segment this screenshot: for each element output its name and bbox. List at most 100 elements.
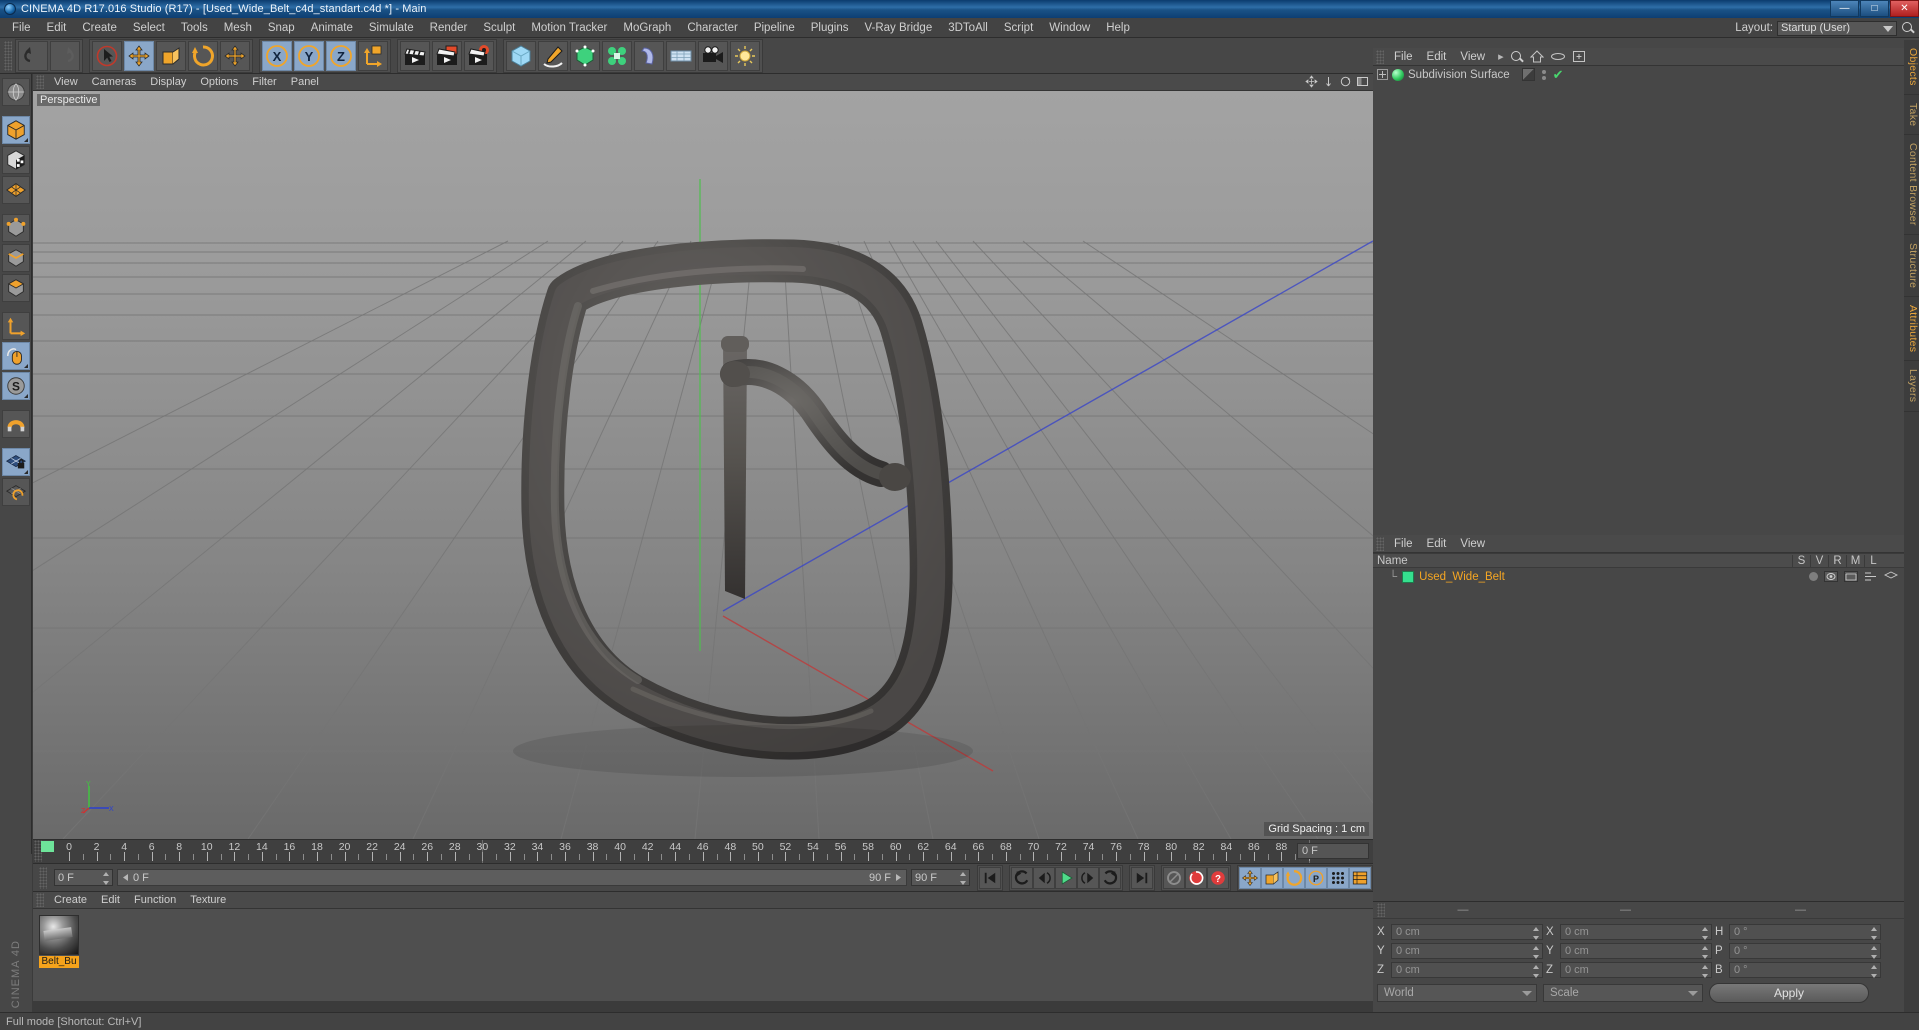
snap-tool[interactable] [1, 410, 30, 438]
vertical-tab-take[interactable]: Take [1904, 95, 1919, 136]
step-back-button[interactable] [1033, 866, 1055, 889]
add-layer-icon[interactable] [1572, 50, 1586, 63]
menu-item-view[interactable]: View [1453, 50, 1492, 64]
world-coordinates[interactable] [358, 40, 388, 71]
go-to-end-button[interactable] [1131, 866, 1153, 889]
texture-mode-tool[interactable] [1, 146, 30, 174]
render-icon[interactable] [1844, 571, 1858, 582]
menu-item-help[interactable]: Help [1098, 20, 1138, 36]
undo-button[interactable] [18, 40, 48, 71]
render-view-button[interactable] [400, 40, 430, 71]
spinner-icon[interactable] [1533, 926, 1540, 940]
record-rotation-button[interactable] [1283, 866, 1305, 889]
menu-item-sculpt[interactable]: Sculpt [475, 20, 523, 36]
layout-select[interactable]: Startup (User) [1777, 20, 1897, 36]
menu-item-create[interactable]: Create [47, 893, 94, 907]
menu-item-panel[interactable]: Panel [284, 75, 326, 89]
menu-item-create[interactable]: Create [74, 20, 125, 36]
material-item[interactable]: Belt_Bu [39, 915, 79, 968]
play-backwards-button[interactable] [1011, 866, 1033, 889]
size-x-field[interactable]: 0 cm [1560, 923, 1712, 940]
viewport-grip[interactable] [36, 75, 44, 89]
menu-item-motion-tracker[interactable]: Motion Tracker [523, 20, 615, 36]
select-tool[interactable] [92, 40, 122, 71]
play-button[interactable] [1055, 866, 1077, 889]
lock-z-axis[interactable]: Z [326, 40, 356, 71]
timeline-button[interactable] [1349, 866, 1371, 889]
transform-mode-select[interactable]: Scale [1543, 984, 1703, 1002]
keyframe-selection-button[interactable]: ? [1207, 866, 1229, 889]
render-to-picture-viewer-button[interactable] [432, 40, 462, 71]
menu-item-plugins[interactable]: Plugins [803, 20, 857, 36]
go-to-start-button[interactable] [979, 866, 1001, 889]
timeline-frame-field[interactable]: 0 F [1297, 843, 1369, 859]
points-mode-tool[interactable] [1, 214, 30, 242]
step-forward-button[interactable] [1077, 866, 1099, 889]
spinner-icon[interactable] [103, 872, 110, 885]
menu-item-render[interactable]: Render [422, 20, 476, 36]
edges-mode-tool[interactable] [1, 244, 30, 272]
lock-y-axis[interactable]: Y [294, 40, 324, 71]
move-alt-tool[interactable] [220, 40, 250, 71]
workplane-lock-tool[interactable] [1, 448, 30, 476]
menu-item-function[interactable]: Function [127, 893, 183, 907]
spinner-icon[interactable] [1871, 926, 1878, 940]
spinner-icon[interactable] [960, 872, 967, 885]
menu-item-view[interactable]: View [47, 75, 85, 89]
select-dot-icon[interactable] [1809, 572, 1818, 581]
menu-item-mesh[interactable]: Mesh [216, 20, 260, 36]
menu-item-snap[interactable]: Snap [260, 20, 303, 36]
vertical-tab-attributes[interactable]: Attributes [1904, 297, 1919, 362]
layer-color-icon[interactable] [1521, 68, 1535, 81]
menu-item-edit[interactable]: Edit [39, 20, 75, 36]
menu-item-view[interactable]: View [1453, 537, 1492, 551]
rotation-b-field[interactable]: 0 ° [1729, 961, 1881, 978]
menu-item-cameras[interactable]: Cameras [85, 75, 144, 89]
chevron-right-icon[interactable]: ▸ [1492, 50, 1510, 63]
rotation-h-field[interactable]: 0 ° [1729, 923, 1881, 940]
record-scale-button[interactable] [1261, 866, 1283, 889]
menu-item-edit[interactable]: Edit [94, 893, 127, 907]
menu-item-edit[interactable]: Edit [1420, 50, 1454, 64]
minimize-button[interactable]: — [1830, 0, 1859, 17]
apply-button[interactable]: Apply [1709, 983, 1869, 1003]
add-floor-button[interactable] [666, 40, 696, 71]
visibility-icon[interactable] [1824, 571, 1838, 582]
soft-selection-tool[interactable]: S [1, 372, 30, 400]
current-frame-field[interactable]: 0 F [54, 869, 113, 886]
preview-range-bar[interactable]: 0 F 90 F [117, 869, 907, 886]
vertical-tab-objects[interactable]: Objects [1904, 40, 1919, 95]
coordinate-system-select[interactable]: World [1377, 984, 1537, 1002]
visibility-dots-icon[interactable] [1539, 68, 1549, 81]
menu-item-file[interactable]: File [1387, 537, 1420, 551]
menu-item-v-ray-bridge[interactable]: V-Ray Bridge [856, 20, 940, 36]
size-y-field[interactable]: 0 cm [1560, 942, 1712, 959]
rotation-p-field[interactable]: 0 ° [1729, 942, 1881, 959]
attribute-row[interactable]: └ Used_Wide_Belt [1373, 568, 1904, 585]
coordinate-manager-grip[interactable] [1377, 903, 1385, 917]
enabled-check-icon[interactable]: ✔ [1553, 68, 1564, 81]
maximize-button[interactable]: □ [1860, 0, 1889, 17]
lock-x-axis[interactable]: X [262, 40, 292, 71]
spinner-icon[interactable] [1533, 945, 1540, 959]
add-camera-button[interactable] [698, 40, 728, 71]
vertical-tab-layers[interactable]: Layers [1904, 361, 1919, 412]
menu-item-edit[interactable]: Edit [1420, 537, 1454, 551]
add-generator-button[interactable] [570, 40, 600, 71]
add-light-button[interactable] [730, 40, 760, 71]
material-manager-grip[interactable] [36, 893, 44, 907]
spinner-icon[interactable] [1871, 945, 1878, 959]
menu-item-window[interactable]: Window [1041, 20, 1098, 36]
spinner-icon[interactable] [1702, 945, 1709, 959]
search-icon[interactable] [1901, 21, 1915, 35]
scale-view-icon[interactable] [1322, 75, 1335, 88]
menu-item-pipeline[interactable]: Pipeline [746, 20, 803, 36]
menu-item-display[interactable]: Display [143, 75, 193, 89]
object-manager-grip[interactable] [1376, 49, 1384, 64]
mograph-icon[interactable] [1864, 571, 1878, 582]
move-tool[interactable] [124, 40, 154, 71]
polygons-mode-tool[interactable] [1, 274, 30, 302]
menu-item-file[interactable]: File [4, 20, 39, 36]
close-button[interactable]: ✕ [1890, 0, 1919, 17]
autokeying-button[interactable] [1185, 866, 1207, 889]
